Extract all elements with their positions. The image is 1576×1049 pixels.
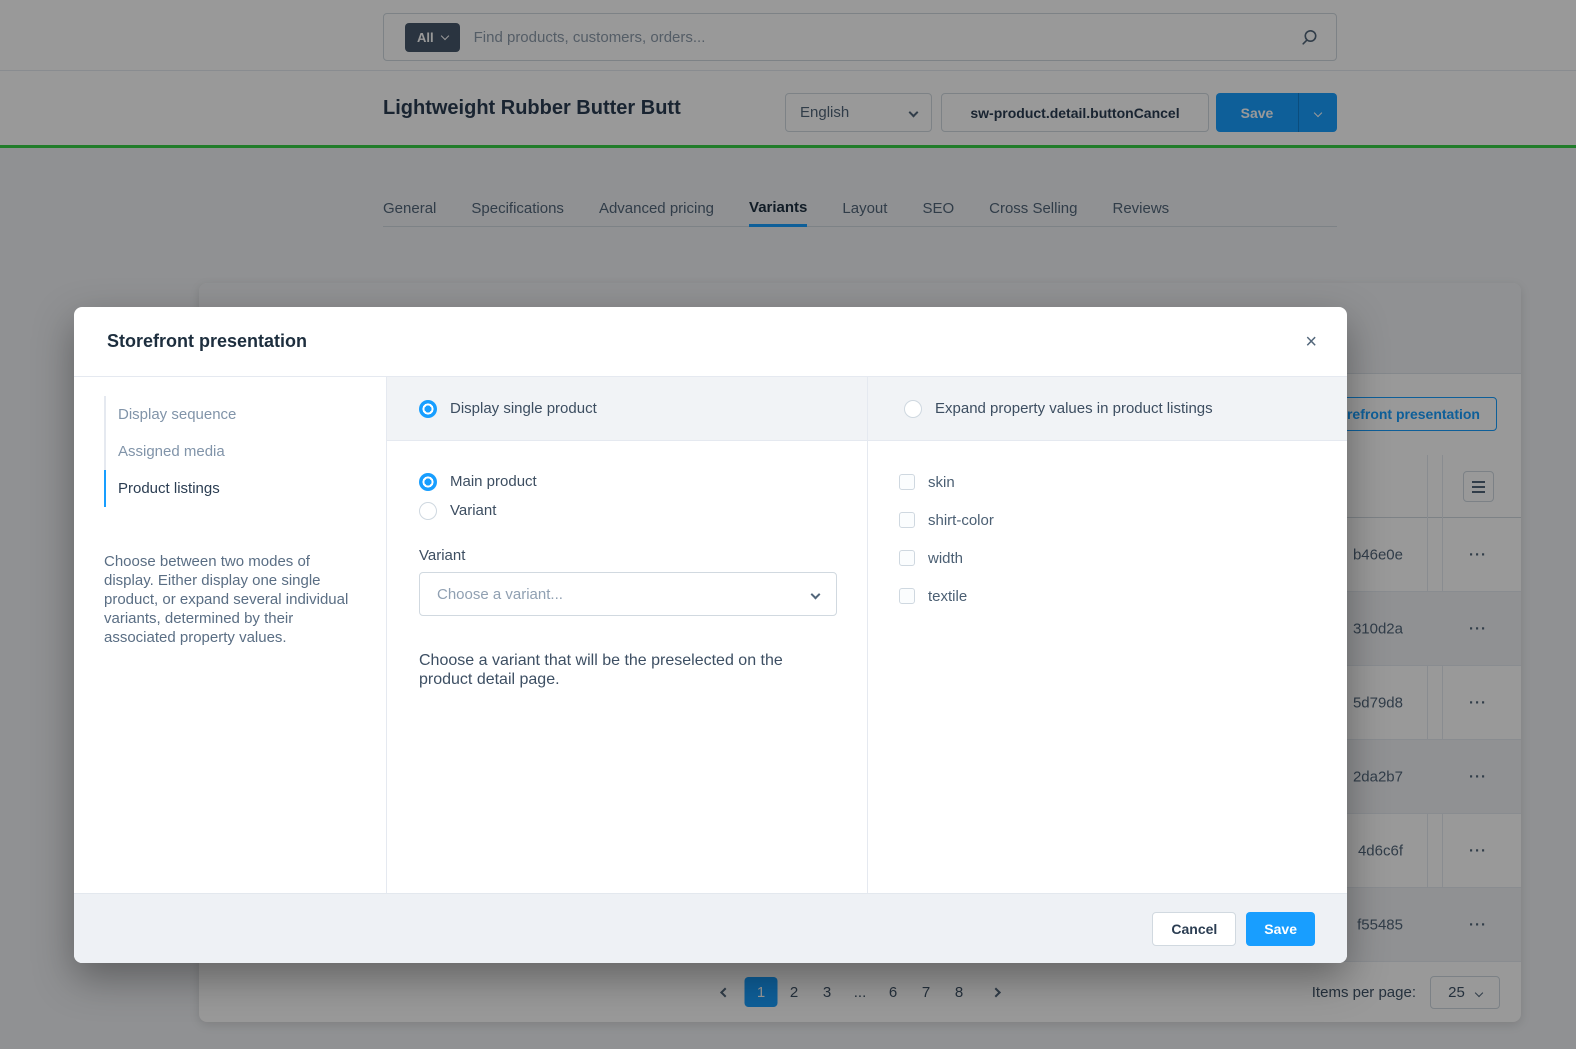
property-label: textile [928, 588, 967, 605]
modal-body: Display sequence Assigned media Product … [74, 377, 1347, 893]
single-product-mode-label: Display single product [450, 400, 597, 417]
checkbox-unchecked-icon[interactable] [899, 474, 915, 490]
property-label: width [928, 550, 963, 567]
checkbox-unchecked-icon[interactable] [899, 588, 915, 604]
radio-selected-icon[interactable] [419, 400, 437, 418]
radio-unselected-icon[interactable] [904, 400, 922, 418]
variant-help-text: Choose a variant that will be the presel… [419, 651, 819, 689]
property-option-width[interactable]: width [899, 546, 1347, 570]
property-label: skin [928, 474, 955, 491]
variant-field-label: Variant [419, 547, 835, 564]
single-product-mode-option[interactable]: Display single product [387, 377, 867, 441]
expand-properties-mode-label: Expand property values in product listin… [935, 400, 1213, 417]
sidebar-item-product-listings[interactable]: Product listings [104, 470, 358, 507]
mode-description: Choose between two modes of display. Eit… [104, 552, 358, 647]
main-product-option[interactable]: Main product [419, 467, 835, 496]
property-option-skin[interactable]: skin [899, 470, 1347, 494]
variant-select[interactable]: Choose a variant... [419, 572, 837, 616]
property-checklist: skin shirt-color width textile [868, 441, 1347, 608]
modal-title: Storefront presentation [107, 331, 307, 352]
radio-selected-icon[interactable] [419, 473, 437, 491]
sidebar-item-assigned-media[interactable]: Assigned media [104, 433, 358, 470]
modal-header: Storefront presentation × [74, 307, 1347, 377]
checkbox-unchecked-icon[interactable] [899, 550, 915, 566]
chevron-down-icon [811, 589, 821, 599]
main-product-label: Main product [450, 473, 537, 490]
close-icon[interactable]: × [1305, 332, 1317, 352]
save-button[interactable]: Save [1246, 912, 1315, 946]
expand-properties-mode-option[interactable]: Expand property values in product listin… [868, 377, 1347, 441]
modal-footer: Cancel Save [74, 893, 1347, 963]
property-option-textile[interactable]: textile [899, 584, 1347, 608]
cancel-button[interactable]: Cancel [1152, 912, 1236, 946]
variant-option[interactable]: Variant [419, 496, 835, 525]
modal-sidebar: Display sequence Assigned media Product … [74, 377, 387, 893]
sidebar-item-display-sequence[interactable]: Display sequence [104, 396, 358, 433]
expand-properties-column: Expand property values in product listin… [868, 377, 1347, 893]
property-label: shirt-color [928, 512, 994, 529]
single-product-column: Display single product Main product Vari… [387, 377, 868, 893]
property-option-shirt-color[interactable]: shirt-color [899, 508, 1347, 532]
checkbox-unchecked-icon[interactable] [899, 512, 915, 528]
storefront-presentation-modal: Storefront presentation × Display sequen… [74, 307, 1347, 963]
variant-select-placeholder: Choose a variant... [437, 586, 563, 603]
variant-radio-label: Variant [450, 502, 496, 519]
radio-unselected-icon[interactable] [419, 502, 437, 520]
